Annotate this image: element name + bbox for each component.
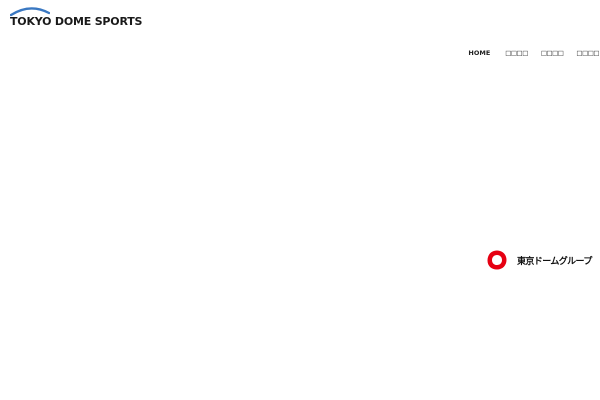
- group-logo-text: 東京ドームグループ: [517, 256, 592, 267]
- nav-item-1[interactable]: □□□□: [505, 49, 528, 57]
- tokyo-dome-group-logo[interactable]: 東京ドームグループ: [486, 249, 600, 271]
- main-nav: HOME □□□□ □□□□ □□□□: [468, 47, 600, 59]
- nav-home[interactable]: HOME: [468, 49, 490, 57]
- logo-text: TOKYO DOME SPORTS: [10, 15, 143, 28]
- nav-item-2[interactable]: □□□□: [541, 49, 564, 57]
- tokyo-dome-group-mark-icon: [487, 250, 507, 270]
- page: TOKYO DOME SPORTS HOME □□□□ □□□□ □□□□ 東京…: [0, 0, 600, 400]
- site-logo[interactable]: TOKYO DOME SPORTS: [10, 5, 143, 33]
- nav-item-3[interactable]: □□□□: [576, 49, 599, 57]
